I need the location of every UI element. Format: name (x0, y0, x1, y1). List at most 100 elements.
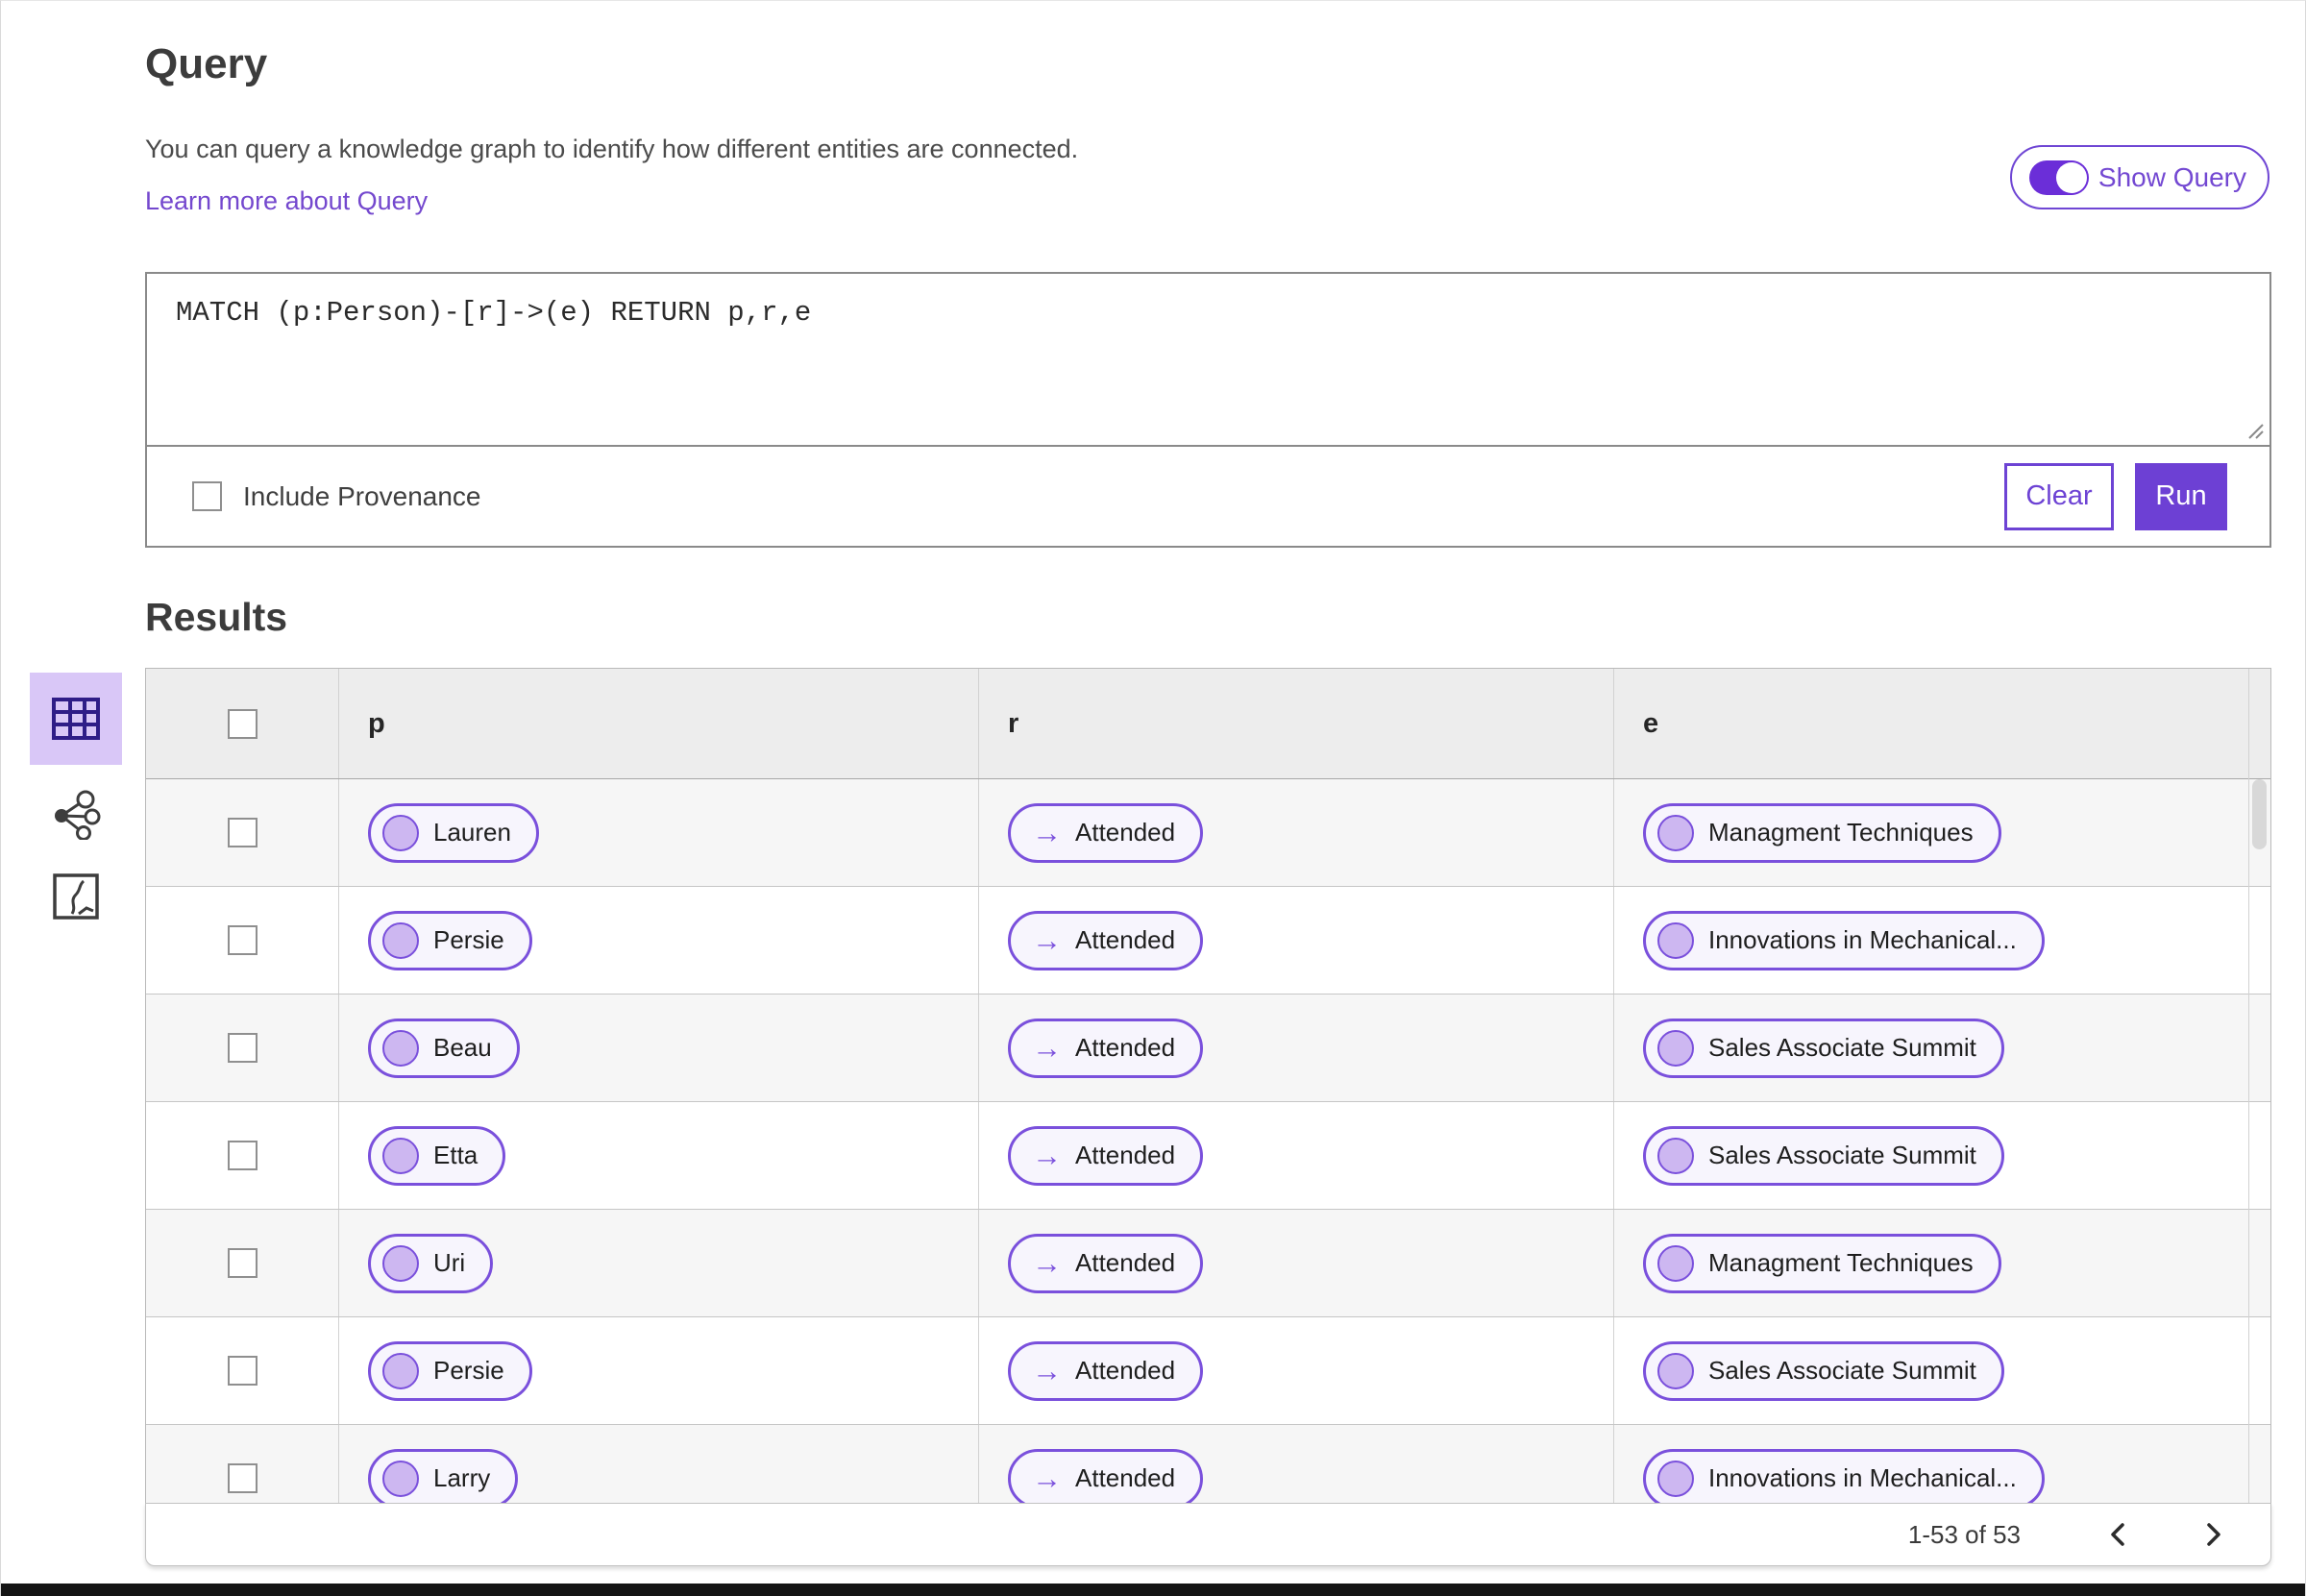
entity-pill[interactable]: Lauren (368, 802, 539, 863)
relation-pill[interactable]: → Attended (1008, 1233, 1204, 1293)
relation-pill-label: Attended (1075, 925, 1176, 954)
include-provenance: Include Provenance (192, 481, 481, 512)
row-checkbox[interactable] (227, 1248, 258, 1278)
node-circle-icon (382, 1029, 419, 1067)
node-circle-icon (382, 1352, 419, 1389)
entity-pill-label: Persie (433, 925, 504, 954)
previous-page-button[interactable] (2101, 1516, 2134, 1553)
relation-pill[interactable]: → Attended (1008, 1340, 1204, 1401)
toggle-knob (2055, 161, 2087, 193)
header-checkbox-cell (146, 669, 339, 778)
entity-pill-label: Uri (433, 1248, 466, 1277)
entity-pill[interactable]: Etta (368, 1125, 506, 1186)
entity-pill-label: Sales Associate Summit (1708, 1356, 1976, 1385)
entity-pill[interactable]: Larry (368, 1448, 519, 1503)
network-view-button[interactable] (51, 790, 101, 840)
table-row: Beau → Attended Sales Associate Summit (146, 994, 2270, 1102)
next-page-button[interactable] (2197, 1516, 2230, 1553)
relation-pill[interactable]: → Attended (1008, 802, 1204, 863)
relation-pill[interactable]: → Attended (1008, 910, 1204, 970)
arrow-right-icon: → (1032, 1461, 1062, 1495)
query-panel-footer: Include Provenance Clear Run (147, 445, 2269, 546)
relation-pill-label: Attended (1075, 1463, 1176, 1492)
arrow-right-icon: → (1032, 923, 1062, 957)
relation-pill-label: Attended (1075, 1248, 1176, 1277)
arrow-right-icon: → (1032, 1139, 1062, 1172)
node-circle-icon (1657, 1029, 1694, 1067)
row-checkbox-cell (146, 1425, 339, 1503)
map-icon (53, 873, 99, 920)
node-circle-icon (1657, 1460, 1694, 1497)
resize-handle-icon[interactable] (2244, 419, 2265, 440)
row-checkbox-cell (146, 779, 339, 886)
row-checkbox[interactable] (227, 818, 258, 847)
run-button[interactable]: Run (2135, 462, 2227, 530)
learn-more-link[interactable]: Learn more about Query (145, 185, 428, 216)
entity-pill[interactable]: Managment Techniques (1643, 802, 2001, 863)
page-title: Query (145, 40, 268, 87)
entity-pill-label: Sales Associate Summit (1708, 1141, 1976, 1169)
row-checkbox-cell (146, 1210, 339, 1316)
node-circle-icon (1657, 814, 1694, 851)
entity-pill[interactable]: Persie (368, 910, 532, 970)
table-scrollbar[interactable] (2248, 669, 2270, 1503)
relation-pill[interactable]: → Attended (1008, 1125, 1204, 1186)
entity-pill-label: Innovations in Mechanical... (1708, 1463, 2017, 1492)
results-title: Results (145, 595, 288, 639)
node-circle-icon (1657, 1352, 1694, 1389)
row-checkbox-cell (146, 887, 339, 994)
map-view-button[interactable] (52, 872, 100, 921)
entity-pill[interactable]: Sales Associate Summit (1643, 1125, 2004, 1186)
entity-pill[interactable]: Persie (368, 1340, 532, 1401)
row-checkbox[interactable] (227, 925, 258, 955)
page-description: You can query a knowledge graph to ident… (145, 135, 1079, 163)
show-query-label: Show Query (2097, 161, 2246, 192)
toggle-on-icon (2028, 160, 2089, 195)
entity-pill-label: Persie (433, 1356, 504, 1385)
row-checkbox[interactable] (227, 1033, 258, 1063)
arrow-right-icon: → (1032, 1031, 1062, 1065)
entity-pill-label: Innovations in Mechanical... (1708, 925, 2017, 954)
relation-pill-label: Attended (1075, 1033, 1176, 1062)
row-checkbox-cell (146, 1317, 339, 1424)
entity-pill[interactable]: Uri (368, 1233, 494, 1293)
show-query-toggle[interactable]: Show Query (2009, 145, 2269, 209)
arrow-right-icon: → (1032, 1246, 1062, 1280)
table-row: Larry → Attended Innovations in Mechanic… (146, 1425, 2270, 1503)
relation-pill-label: Attended (1075, 1141, 1176, 1169)
column-header-r: r (1008, 707, 1019, 739)
select-all-checkbox[interactable] (227, 708, 258, 739)
relation-pill[interactable]: → Attended (1008, 1448, 1204, 1503)
row-checkbox[interactable] (227, 1356, 258, 1386)
row-checkbox-cell (146, 1102, 339, 1209)
row-checkbox[interactable] (227, 1141, 258, 1170)
entity-pill[interactable]: Sales Associate Summit (1643, 1340, 2004, 1401)
query-input[interactable]: MATCH (p:Person)-[r]->(e) RETURN p,r,e (147, 274, 2269, 445)
query-panel: MATCH (p:Person)-[r]->(e) RETURN p,r,e I… (145, 272, 2271, 548)
scrollbar-thumb[interactable] (2252, 779, 2267, 849)
relation-pill[interactable]: → Attended (1008, 1018, 1204, 1078)
results-table: p r e Lauren → Attended Managment Techni… (145, 668, 2271, 1503)
node-circle-icon (382, 1137, 419, 1174)
entity-pill-label: Lauren (433, 818, 511, 847)
entity-pill[interactable]: Innovations in Mechanical... (1643, 1448, 2045, 1503)
entity-pill[interactable]: Sales Associate Summit (1643, 1018, 2004, 1078)
column-header-e: e (1643, 707, 1659, 739)
entity-pill[interactable]: Managment Techniques (1643, 1233, 2001, 1293)
table-view-button[interactable] (30, 673, 122, 765)
relation-pill-label: Attended (1075, 1356, 1176, 1385)
entity-pill-label: Larry (433, 1463, 491, 1492)
chevron-left-icon (2111, 1523, 2124, 1546)
entity-pill[interactable]: Innovations in Mechanical... (1643, 910, 2045, 970)
include-provenance-checkbox[interactable] (192, 481, 222, 511)
row-checkbox[interactable] (227, 1463, 258, 1493)
entity-pill-label: Managment Techniques (1708, 818, 1974, 847)
clear-button[interactable]: Clear (2004, 462, 2114, 530)
node-circle-icon (382, 921, 419, 959)
table-row: Uri → Attended Managment Techniques (146, 1210, 2270, 1317)
relation-pill-label: Attended (1075, 818, 1176, 847)
include-provenance-label: Include Provenance (243, 480, 481, 511)
pagination-range: 1-53 of 53 (1907, 1519, 2021, 1549)
node-circle-icon (1657, 921, 1694, 959)
entity-pill[interactable]: Beau (368, 1018, 520, 1078)
